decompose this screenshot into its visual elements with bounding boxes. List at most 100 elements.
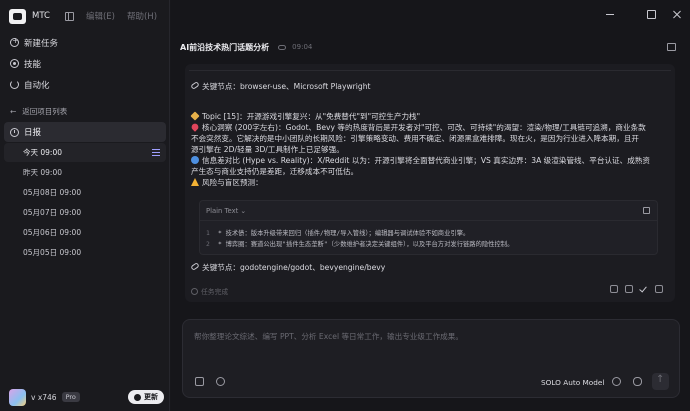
new-task-icon xyxy=(10,36,19,47)
send-button[interactable] xyxy=(652,373,669,390)
edit-icon[interactable] xyxy=(195,377,204,386)
arrow-left-icon: ← xyxy=(10,106,17,116)
panel-toggle-icon[interactable] xyxy=(667,43,676,51)
task-status: 任务完成 xyxy=(191,286,228,296)
project-daily-report[interactable]: 日报 xyxy=(4,122,166,142)
thumbs-up-icon[interactable] xyxy=(610,285,618,293)
list-item[interactable]: 05月05日 09:00 xyxy=(4,243,166,262)
line-number: 2 xyxy=(206,241,210,248)
thumbs-down-icon[interactable] xyxy=(625,285,633,293)
insight-line: 核心洞察 (200字左右)：Godot、Bevy 等的热度背后是开发者对"可控、… xyxy=(190,122,646,133)
task-label: 昨天 09:00 xyxy=(23,168,62,177)
contrast-text: 产生态与商业支持仍是差距，迁移成本不可低估。 xyxy=(191,167,359,176)
risk-title-text: 风险与盲区预测： xyxy=(202,178,263,187)
prompt-input-box[interactable]: 帮你整理论文综述、编写 PPT、分析 Excel 等日常工作，输出专业级工作成果… xyxy=(182,319,680,398)
message-card: 关键节点：browser-use、Microsoft Playwright To… xyxy=(185,64,675,302)
pro-badge: Pro xyxy=(61,392,80,402)
contrast-line: 信息差对比 (Hype vs. Reality)：X/Reddit 以为：开源引… xyxy=(191,155,650,166)
link-icon xyxy=(190,262,200,271)
avatar[interactable] xyxy=(9,388,26,406)
key-nodes-text: 关键节点：godotengine/godot、bevyengine/bevy xyxy=(202,263,386,272)
update-icon xyxy=(134,393,141,401)
attachment-icon[interactable] xyxy=(216,377,225,386)
task-label: 05月06日 09:00 xyxy=(23,228,82,237)
code-line: 1 * 技术债：版本升级带来回归（插件/物理/导入管线）；编辑器与调试体验不如商业… xyxy=(206,228,469,237)
insight-line: 不会突然变。它解决的是中小团队的长期风险：引擎策略变动、费用不确定、闭源黑盒难排… xyxy=(191,133,639,144)
minimize-icon[interactable] xyxy=(605,9,615,19)
divider xyxy=(200,220,657,221)
list-item[interactable]: 05月07日 09:00 xyxy=(4,203,166,222)
sidebar: MTC 编辑(E) 帮助(H) 新建任务 技能 自动化 ← 返回项目列表 日报 … xyxy=(0,0,170,411)
refresh-icon[interactable] xyxy=(655,285,663,293)
cloud-icon xyxy=(278,44,287,50)
list-item[interactable]: 05月06日 09:00 xyxy=(4,223,166,242)
insight-text: 源引擎在 2D/轻量 3D/工具制作上已足够强。 xyxy=(191,145,344,154)
sidebar-item-label: 自动化 xyxy=(24,80,50,91)
topic-text: Topic [15]：开源游戏引擎复兴：从"免费替代"到"可控生产力栈" xyxy=(202,112,421,121)
sidebar-item-new-task[interactable]: 新建任务 xyxy=(0,32,170,53)
list-icon[interactable] xyxy=(152,149,160,156)
sidebar-item-label: 新建任务 xyxy=(24,38,59,49)
list-item[interactable]: 今天 09:00 xyxy=(4,143,166,162)
sidebar-item-automation[interactable]: 自动化 xyxy=(0,74,170,95)
timestamp: 09:04 xyxy=(292,43,313,51)
copy-icon[interactable] xyxy=(643,207,650,214)
check-icon[interactable] xyxy=(640,285,648,293)
menu-edit[interactable]: 编辑(E) xyxy=(86,10,115,22)
app-name: MTC xyxy=(32,11,50,21)
project-label: 日报 xyxy=(24,128,42,138)
task-label: 05月08日 09:00 xyxy=(23,188,82,197)
sidebar-item-label: 技能 xyxy=(24,59,42,70)
status-icon xyxy=(191,287,198,295)
prompt-placeholder[interactable]: 帮你整理论文综述、编写 PPT、分析 Excel 等日常工作，输出专业级工作成果… xyxy=(194,331,463,342)
clock-icon xyxy=(10,127,19,137)
key-nodes-line: 关键节点：browser-use、Microsoft Playwright xyxy=(190,81,371,92)
task-list: 今天 09:00 昨天 09:00 05月08日 09:00 05月07日 09… xyxy=(4,143,166,263)
app-logo-icon xyxy=(9,8,26,24)
message-actions xyxy=(610,285,663,293)
user-name: v x746 xyxy=(31,392,57,402)
key-nodes-line: 关键节点：godotengine/godot、bevyengine/bevy xyxy=(190,262,386,273)
close-icon[interactable] xyxy=(672,9,682,19)
insight-line: 源引擎在 2D/轻量 3D/工具制作上已足够强。 xyxy=(191,144,344,155)
microphone-icon[interactable] xyxy=(633,377,642,386)
task-label: 05月07日 09:00 xyxy=(23,208,82,217)
menu-help[interactable]: 帮助(H) xyxy=(127,10,157,22)
contrast-text: 信息差对比 (Hype vs. Reality)：X/Reddit 以为：开源引… xyxy=(202,156,650,165)
line-number: 1 xyxy=(206,230,210,237)
automation-icon xyxy=(10,80,19,89)
warning-icon xyxy=(191,178,199,186)
page-title: AI前沿技术热门话题分析 xyxy=(180,42,270,52)
risk-title-line: 风险与盲区预测： xyxy=(191,177,263,188)
back-label: 返回项目列表 xyxy=(22,106,68,116)
update-button[interactable]: 更新 xyxy=(128,390,164,404)
toggle-sidebar-icon[interactable] xyxy=(64,11,74,21)
list-item[interactable]: 05月08日 09:00 xyxy=(4,183,166,202)
sidebar-nav: 新建任务 技能 自动化 xyxy=(0,32,170,95)
pin-icon xyxy=(190,122,200,132)
insight-text: 核心洞察 (200字左右)：Godot、Bevy 等的热度背后是开发者对"可控、… xyxy=(202,123,646,132)
back-to-projects-link[interactable]: ← 返回项目列表 xyxy=(0,103,170,119)
status-text: 任务完成 xyxy=(201,288,229,296)
link-icon xyxy=(190,81,200,90)
key-nodes-text: 关键节点：browser-use、Microsoft Playwright xyxy=(202,82,371,91)
user-footer: v x746 Pro 更新 xyxy=(0,386,170,408)
model-selector[interactable]: SOLO Auto Model xyxy=(541,378,604,387)
title-bar: MTC 编辑(E) 帮助(H) xyxy=(0,0,170,32)
main-panel: AI前沿技术热门话题分析 09:04 关键节点：browser-use、Micr… xyxy=(171,0,690,411)
topic-line: Topic [15]：开源游戏引擎复兴：从"免费替代"到"可控生产力栈" xyxy=(190,111,421,122)
contrast-line: 产生态与商业支持仍是差距，迁移成本不可低估。 xyxy=(191,166,358,177)
maximize-icon[interactable] xyxy=(646,9,656,19)
divider xyxy=(189,64,671,71)
list-item[interactable]: 昨天 09:00 xyxy=(4,163,166,182)
tag-icon xyxy=(190,111,200,121)
magnifier-icon xyxy=(191,156,199,164)
task-label: 05月05日 09:00 xyxy=(23,248,82,257)
chat-icon[interactable] xyxy=(612,377,621,386)
code-block: Plain Text 1 * 技术债：版本升级带来回归（插件/物理/导入管线）；编… xyxy=(199,200,658,255)
code-text: * 博弈圈：赛道公出现"插件生态垄断"（少数维护者决定关键组件），以及平台方对发… xyxy=(218,241,514,248)
skill-icon xyxy=(10,59,19,68)
task-label: 今天 09:00 xyxy=(23,148,62,157)
sidebar-item-skills[interactable]: 技能 xyxy=(0,53,170,74)
code-language-select[interactable]: Plain Text xyxy=(206,207,246,215)
